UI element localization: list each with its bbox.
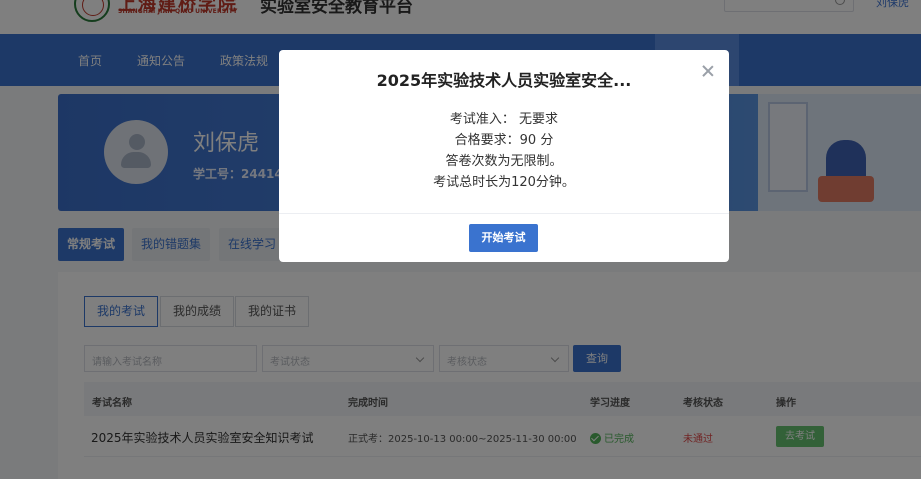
- dialog-line-attempts: 答卷次数为无限制。: [445, 154, 563, 169]
- close-icon[interactable]: [700, 63, 716, 79]
- dialog-line-admission: 考试准入： 无要求: [449, 112, 559, 127]
- dialog-line-pass-requirement: 合格要求：90 分: [454, 133, 554, 148]
- dialog-line-duration: 考试总时长为120分钟。: [433, 175, 575, 190]
- exam-info-dialog: 2025年实验技术人员实验室安全... 考试准入： 无要求 合格要求：90 分 …: [279, 50, 729, 262]
- start-exam-button[interactable]: 开始考试: [469, 224, 538, 252]
- dialog-title: 2025年实验技术人员实验室安全...: [376, 71, 632, 90]
- dialog-divider: [279, 213, 729, 214]
